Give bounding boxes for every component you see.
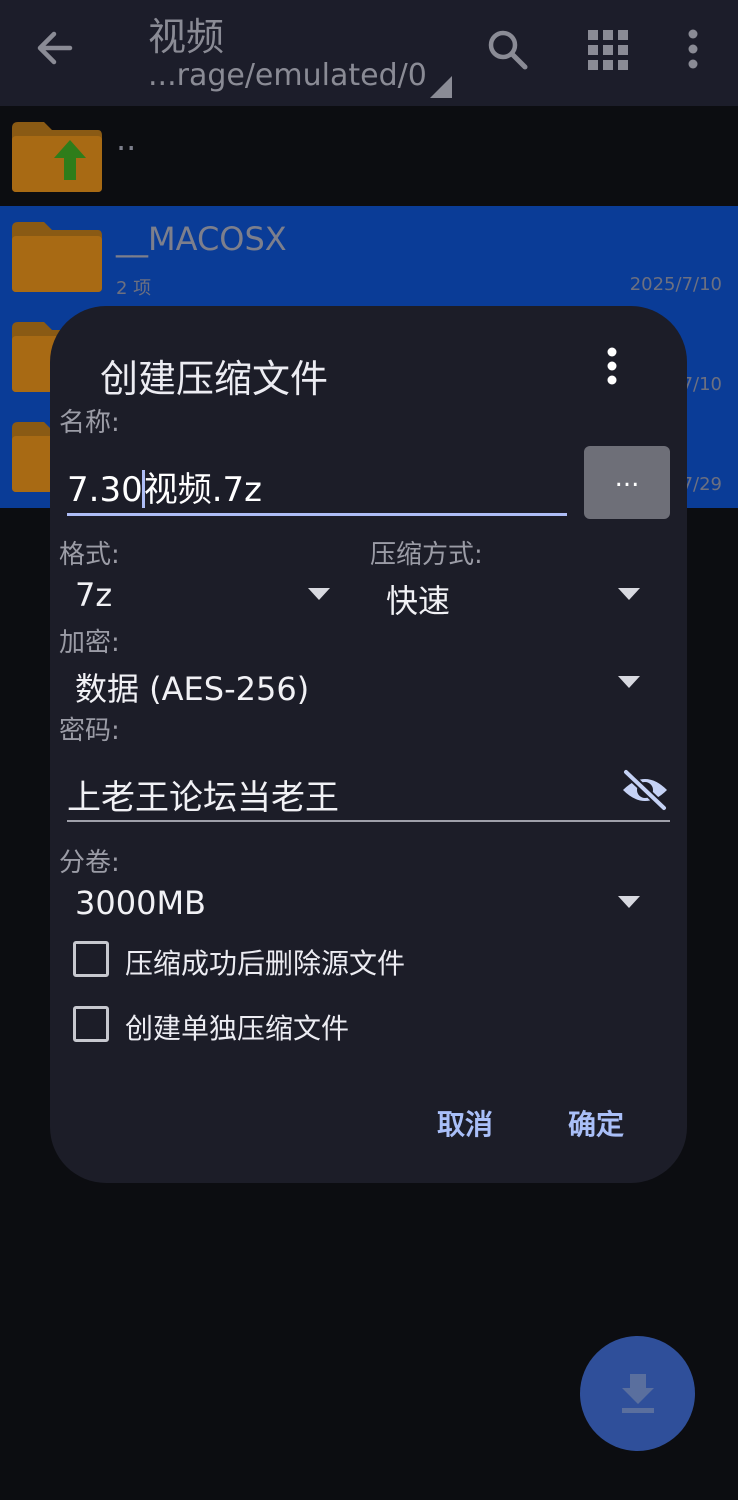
search-button[interactable] — [484, 26, 532, 74]
modified-date: 2025/7/10 — [629, 274, 722, 295]
parent-folder-row[interactable]: .. — [0, 106, 738, 206]
delete-source-label: 压缩成功后删除源文件 — [125, 947, 406, 980]
modified-date: 7/29 — [681, 474, 722, 495]
name-text-before-caret: 7.30 — [67, 470, 143, 510]
name-text-after-caret: 视频.7z — [143, 470, 262, 510]
page-title: 视频 — [148, 15, 225, 59]
separate-archive-checkbox[interactable] — [73, 1006, 109, 1042]
app-bar: 视频 ...rage/emulated/0 — [0, 0, 738, 106]
grid-view-button[interactable] — [586, 28, 630, 72]
parent-folder-label: .. — [116, 120, 137, 158]
modified-date: 7/10 — [681, 374, 722, 395]
password-input[interactable]: 上老王论坛当老王 — [67, 758, 670, 822]
folder-icon — [12, 222, 102, 292]
dropdown-arrow-icon — [618, 896, 640, 908]
dropdown-arrow-icon — [618, 588, 640, 600]
name-label: 名称: — [59, 408, 120, 438]
search-icon — [488, 30, 528, 70]
dialog-title: 创建压缩文件 — [100, 357, 329, 401]
dropdown-arrow-icon — [618, 676, 640, 688]
separate-archive-label: 创建单独压缩文件 — [125, 1012, 350, 1045]
compression-method-label: 压缩方式: — [370, 540, 483, 570]
ok-button[interactable]: 确定 — [568, 1103, 624, 1143]
file-row[interactable]: __MACOSX 2 项 2025/7/10 — [0, 206, 738, 306]
browse-button[interactable]: ... — [584, 446, 670, 519]
cancel-button[interactable]: 取消 — [437, 1103, 493, 1143]
download-icon — [622, 1374, 654, 1413]
back-arrow-icon — [37, 31, 73, 65]
dropdown-arrow-icon — [308, 588, 330, 600]
extract-fab[interactable] — [580, 1336, 695, 1451]
toggle-password-visibility-button[interactable] — [620, 768, 670, 812]
compression-method-value: 快速 — [386, 582, 451, 620]
delete-source-checkbox[interactable] — [73, 941, 109, 977]
file-name: __MACOSX — [116, 220, 287, 258]
current-path[interactable]: ...rage/emulated/0 — [148, 58, 427, 93]
overflow-menu-button[interactable] — [676, 26, 710, 74]
visibility-off-icon — [623, 769, 667, 811]
create-archive-dialog: 创建压缩文件 名称: 7.30视频.7z ... 格式: 7z 压缩方式: 快速… — [50, 306, 687, 1183]
encryption-label: 加密: — [59, 628, 120, 658]
back-button[interactable] — [30, 24, 82, 72]
grid-view-icon — [588, 30, 628, 70]
item-count: 2 项 — [116, 278, 152, 299]
path-dropdown-icon[interactable] — [430, 76, 452, 98]
more-vert-icon — [607, 347, 617, 385]
password-label: 密码: — [59, 716, 120, 746]
volume-value: 3000MB — [75, 884, 206, 922]
archive-name-input[interactable]: 7.30视频.7z — [67, 456, 567, 516]
dialog-menu-button[interactable] — [598, 346, 626, 388]
volume-label: 分卷: — [59, 848, 120, 878]
encryption-value: 数据 (AES-256) — [75, 670, 310, 708]
folder-up-icon — [12, 122, 102, 192]
format-value: 7z — [75, 576, 113, 614]
more-vert-icon — [688, 29, 698, 69]
format-label: 格式: — [59, 540, 120, 570]
